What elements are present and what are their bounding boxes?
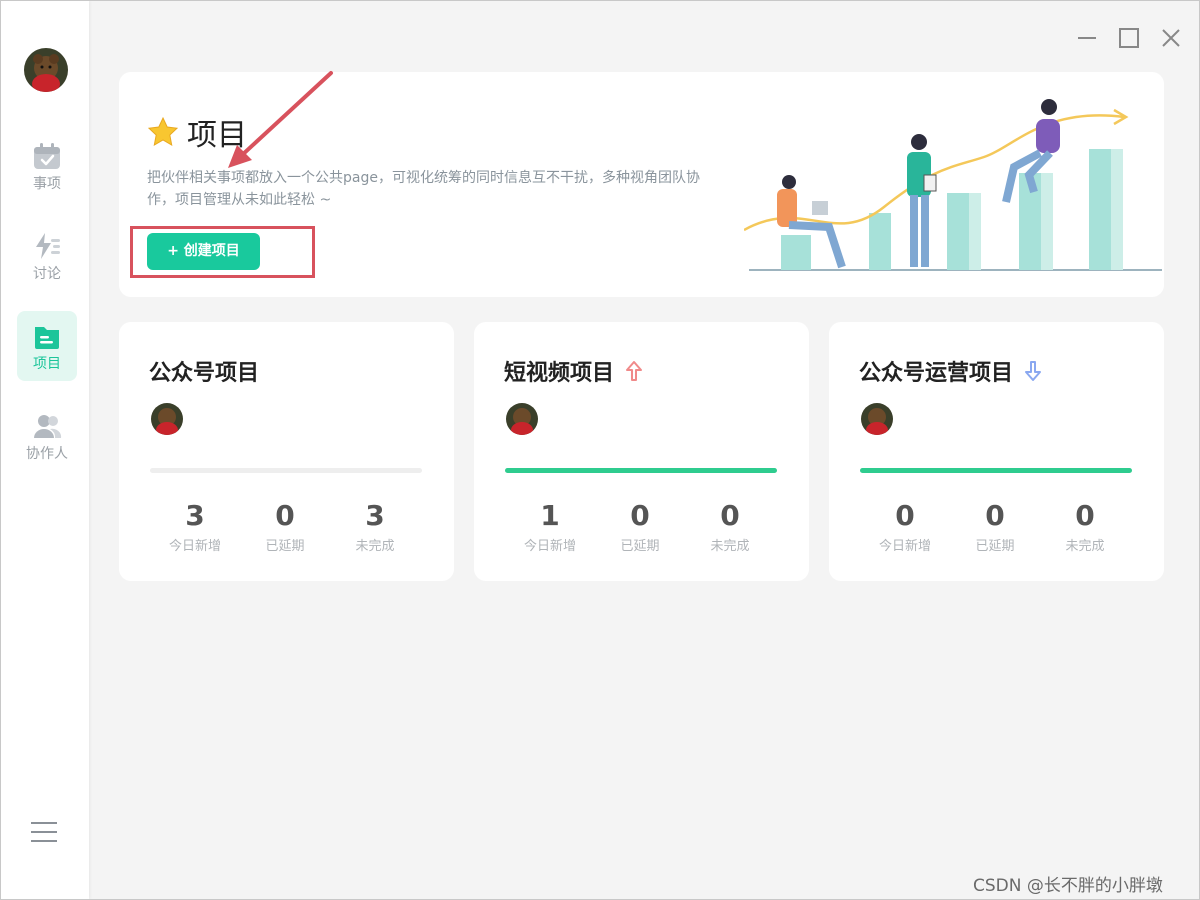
project-card[interactable]: 公众号项目 3 今日新增 0 已延期 3 未完成: [119, 322, 454, 581]
hamburger-menu-icon[interactable]: [31, 821, 57, 843]
sidebar-item-label: 事项: [33, 176, 61, 192]
stat-label: 已延期: [975, 539, 1015, 554]
stat-label: 今日新增: [168, 539, 221, 554]
watermark: CSDN @长不胖的小胖墩: [973, 876, 1163, 896]
user-avatar[interactable]: [24, 48, 68, 92]
project-name: 公众号运营项目: [859, 361, 1014, 386]
project-name: 短视频项目: [504, 361, 615, 386]
stat-label: 未完成: [710, 539, 750, 554]
stat-value: 0: [1075, 499, 1095, 532]
minimize-icon[interactable]: [1076, 27, 1098, 49]
stat-incomplete: 3 未完成: [340, 499, 410, 554]
stat-value: 0: [275, 499, 295, 532]
stat-value: 1: [540, 499, 560, 532]
stat-label: 未完成: [1065, 539, 1105, 554]
project-card-title: 短视频项目: [504, 355, 644, 387]
project-card-title: 公众号运营项目: [859, 355, 1043, 387]
stat-overdue: 0 已延期: [250, 499, 320, 554]
member-avatar[interactable]: [861, 403, 893, 435]
collaborators-icon: [34, 415, 62, 438]
project-card[interactable]: 公众号运营项目 0 今日新增 0 已延期 0 未完成: [829, 322, 1164, 581]
stat-incomplete: 0 未完成: [1050, 499, 1120, 554]
stat-value: 3: [185, 499, 205, 532]
stat-label: 已延期: [265, 539, 305, 554]
lightning-discussion-icon: [36, 233, 60, 259]
stat-value: 0: [895, 499, 915, 532]
stat-value: 0: [985, 499, 1005, 532]
star-icon: [147, 116, 179, 146]
sidebar-item-projects[interactable]: 项目: [17, 311, 77, 381]
stat-label: 未完成: [355, 539, 395, 554]
stat-label: 已延期: [620, 539, 660, 554]
growth-illustration: [744, 99, 1162, 271]
stat-value: 0: [630, 499, 650, 532]
sidebar-item-label: 项目: [33, 356, 61, 372]
highlight-box: [130, 226, 315, 278]
trend-up-icon: [626, 361, 643, 381]
sidebar-item-label: 协作人: [26, 446, 68, 462]
trend-down-icon: [1025, 361, 1042, 381]
close-icon[interactable]: [1160, 27, 1182, 49]
sidebar-item-discussion[interactable]: 讨论: [17, 221, 77, 291]
project-card-title: 公众号项目: [149, 355, 259, 387]
member-avatar[interactable]: [506, 403, 538, 435]
stat-overdue: 0 已延期: [960, 499, 1030, 554]
sidebar-item-label: 讨论: [33, 266, 61, 282]
stat-new-today: 1 今日新增: [515, 499, 585, 554]
stat-new-today: 0 今日新增: [870, 499, 940, 554]
project-progress-bar: [860, 468, 1132, 473]
maximize-icon[interactable]: [1118, 27, 1140, 49]
project-folder-icon: [35, 327, 59, 349]
stat-label: 今日新增: [523, 539, 576, 554]
stat-new-today: 3 今日新增: [160, 499, 230, 554]
calendar-check-icon: [34, 143, 60, 169]
project-progress-bar: [505, 468, 777, 473]
stat-overdue: 0 已延期: [605, 499, 675, 554]
banner-description: 把伙伴相关事项都放入一个公共page，可视化统筹的同时信息互不干扰，多种视角团队…: [147, 170, 700, 208]
project-card[interactable]: 短视频项目 1 今日新增 0 已延期 0 未完成: [474, 322, 809, 581]
stat-value: 0: [720, 499, 740, 532]
project-progress-fill: [505, 468, 777, 473]
member-avatar[interactable]: [151, 403, 183, 435]
page-title-text: 项目: [187, 118, 247, 153]
app-window: 事项 讨论 项目 协作人 项目 把伙伴相关事项都放入一个公共page，可视化统筹…: [0, 0, 1200, 900]
stat-value: 3: [365, 499, 385, 532]
page-title: 项目: [147, 110, 247, 154]
project-progress-bar: [150, 468, 422, 473]
sidebar: 事项 讨论 项目 协作人: [1, 1, 89, 899]
stat-incomplete: 0 未完成: [695, 499, 765, 554]
project-name: 公众号项目: [149, 361, 260, 386]
sidebar-item-collaborators[interactable]: 协作人: [17, 401, 77, 471]
stat-label: 今日新增: [878, 539, 931, 554]
sidebar-item-tasks[interactable]: 事项: [17, 131, 77, 201]
project-progress-fill: [860, 468, 1132, 473]
